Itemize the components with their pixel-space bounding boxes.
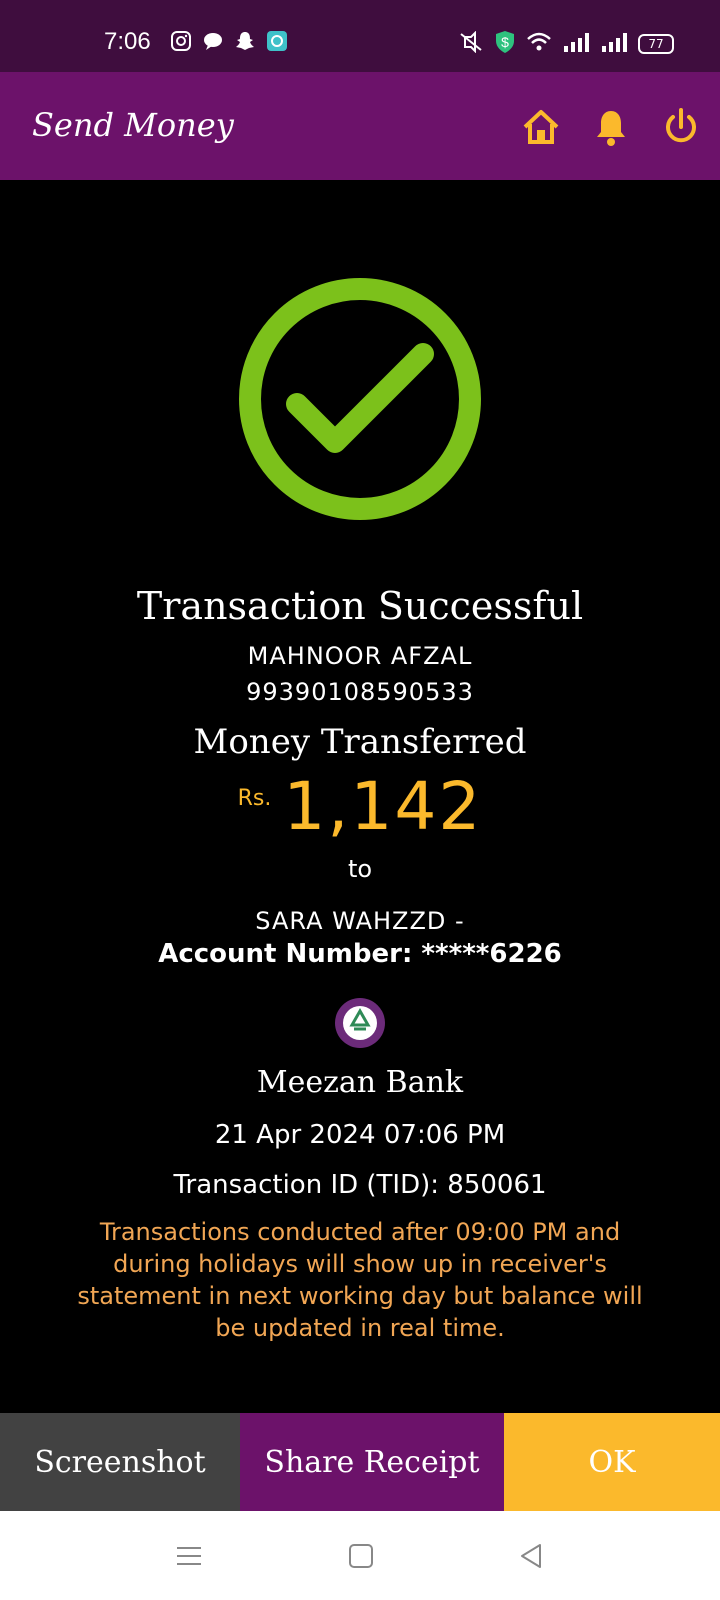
page-title: Send Money [32, 106, 234, 144]
ok-button[interactable]: OK [504, 1413, 720, 1511]
bank-name: Meezan Bank [256, 1065, 464, 1100]
shield-dollar-icon: $ [494, 30, 516, 58]
instagram-icon [170, 30, 192, 52]
system-icons: $ 77 [458, 30, 674, 58]
home-icon[interactable] [520, 106, 562, 148]
action-buttons: Screenshot Share Receipt OK [0, 1413, 720, 1511]
status-bar: 7:06 $ 77 [0, 0, 720, 72]
amount: Rs. 1,142 [238, 768, 483, 845]
app-bar: Send Money [0, 72, 720, 180]
back-icon[interactable] [516, 1541, 546, 1571]
status-time: 7:06 [104, 28, 151, 55]
receiver-account: Account Number: *****6226 [158, 939, 562, 969]
menu-icon[interactable] [174, 1541, 204, 1571]
receiver-name: SARA WAHZZD - [255, 907, 465, 935]
processing-note: Transactions conducted after 09:00 PM an… [77, 1218, 643, 1342]
amount-value: 1,142 [283, 768, 483, 845]
money-transferred-label: Money Transferred [193, 722, 527, 762]
transaction-status-title: Transaction Successful [136, 584, 584, 628]
amount-currency: Rs. [237, 786, 272, 811]
battery-icon: 77 [638, 34, 674, 54]
receipt-content: Transaction Successful MAHNOOR AFZAL 993… [0, 180, 720, 1413]
bell-icon[interactable] [590, 106, 632, 148]
screenshot-button[interactable]: Screenshot [0, 1413, 240, 1511]
home-square-icon[interactable] [346, 1541, 376, 1571]
app-bar-actions [520, 106, 702, 148]
sender-account: 99390108590533 [246, 678, 474, 706]
transaction-datetime: 21 Apr 2024 07:06 PM [214, 1120, 506, 1150]
notification-icons [170, 30, 288, 52]
share-receipt-button[interactable]: Share Receipt [240, 1413, 504, 1511]
svg-text:$: $ [501, 34, 509, 50]
signal-icon-2 [600, 31, 628, 57]
bank-logo [334, 997, 386, 1049]
mute-icon [458, 30, 484, 57]
app-notification-icon [266, 30, 288, 52]
sender-name: MAHNOOR AFZAL [247, 642, 473, 670]
wifi-icon [526, 31, 552, 57]
transaction-id: Transaction ID (TID): 850061 [173, 1170, 547, 1200]
system-nav-bar [0, 1511, 720, 1600]
signal-icon [562, 31, 590, 57]
power-icon[interactable] [660, 106, 702, 148]
to-label: to [347, 855, 373, 883]
snapchat-icon [234, 30, 256, 52]
success-check-icon [237, 276, 483, 522]
chat-icon [202, 30, 224, 52]
